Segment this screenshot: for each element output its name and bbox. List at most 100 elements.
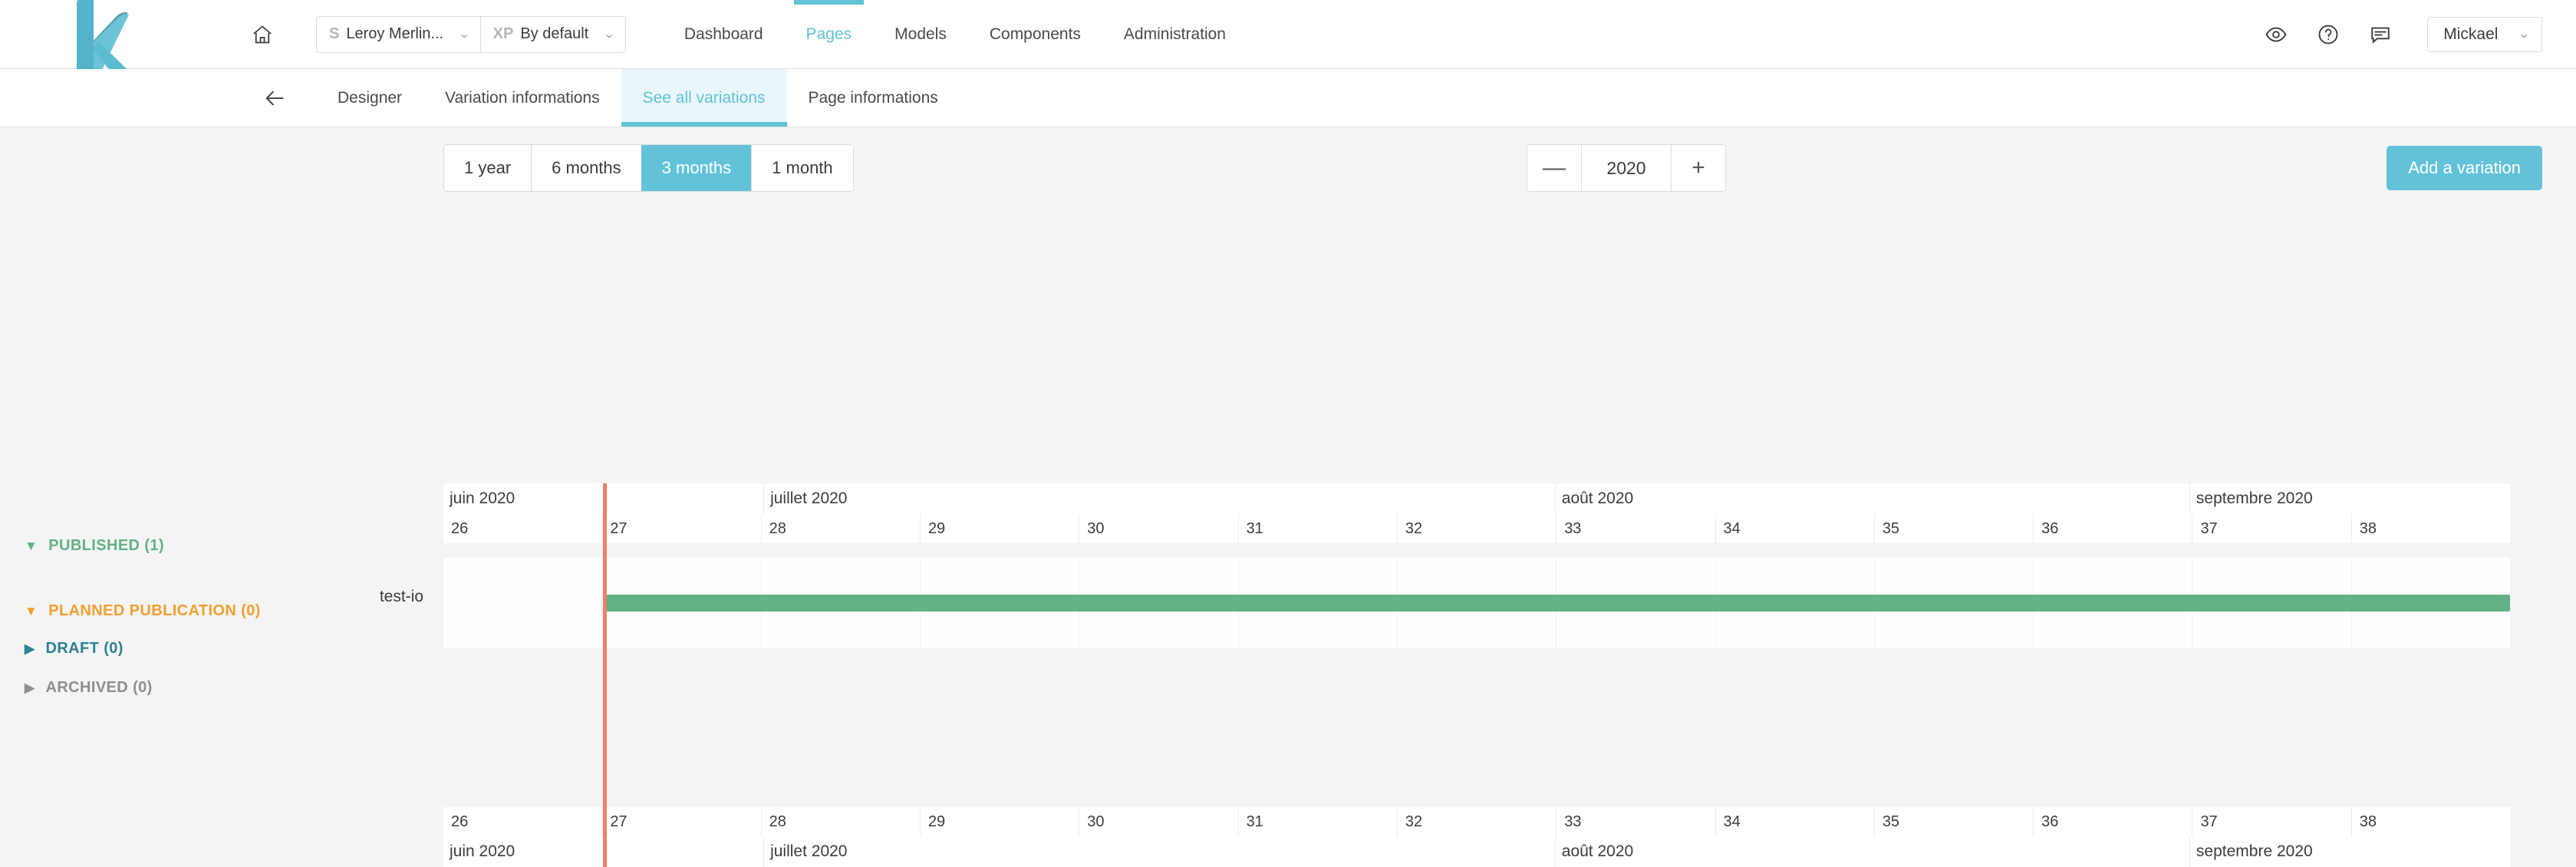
month-cell: juillet 2020 xyxy=(763,483,1555,514)
year-increment-button[interactable]: + xyxy=(1672,145,1725,191)
group-label-text: PLANNED PUBLICATION (0) xyxy=(48,602,261,619)
comments-button[interactable] xyxy=(2367,21,2393,48)
range-1-year[interactable]: 1 year xyxy=(444,145,532,191)
week-cell: 33 xyxy=(1556,807,1715,836)
week-cell: 29 xyxy=(919,514,1079,543)
tab-see-all-variations[interactable]: See all variations xyxy=(621,69,787,127)
week-cell: 28 xyxy=(760,514,920,543)
experiment-selector[interactable]: XP By default ⌄ xyxy=(479,16,625,52)
gantt-chart: juin 2020 juillet 2020 août 2020 septemb… xyxy=(0,209,2576,867)
topbar-actions: Mickael ⌄ xyxy=(2263,16,2576,52)
gantt-toolbar: 1 year 6 months 3 months 1 month — 2020 … xyxy=(0,127,2576,209)
group-label-text: PUBLISHED (1) xyxy=(48,537,165,554)
experiment-label: By default xyxy=(520,25,589,42)
week-cell: 37 xyxy=(2192,514,2351,543)
group-header-draft[interactable]: ▶ DRAFT (0) xyxy=(25,640,124,658)
group-header-archived[interactable]: ▶ ARCHIVED (0) xyxy=(25,679,153,697)
month-cell: septembre 2020 xyxy=(2189,483,2510,514)
comment-icon xyxy=(2371,27,2390,44)
sub-navigation: Designer Variation informations See all … xyxy=(0,69,2576,127)
month-row-top: juin 2020 juillet 2020 août 2020 septemb… xyxy=(443,483,2510,514)
range-3-months[interactable]: 3 months xyxy=(641,145,752,191)
week-cell: 36 xyxy=(2033,514,2192,543)
site-selector[interactable]: S Leroy Merlin... ⌄ xyxy=(317,17,480,52)
top-bar: S Leroy Merlin... ⌄ XP By default ⌄ Dash… xyxy=(0,0,2576,71)
nav-item-models[interactable]: Models xyxy=(873,0,968,69)
gantt-bar-test-io[interactable] xyxy=(603,595,2510,612)
week-cell: 34 xyxy=(1715,807,1874,836)
experiment-prefix: XP xyxy=(492,25,514,42)
timeline-header-top: juin 2020 juillet 2020 août 2020 septemb… xyxy=(443,483,2511,543)
week-cell: 26 xyxy=(443,807,602,836)
year-decrement-button[interactable]: — xyxy=(1527,145,1581,191)
nav-item-dashboard[interactable]: Dashboard xyxy=(663,0,785,69)
chevron-down-icon: ▼ xyxy=(25,604,38,618)
nav-item-pages[interactable]: Pages xyxy=(785,0,874,69)
week-cell: 29 xyxy=(919,807,1079,836)
chevron-down-icon: ⌄ xyxy=(2518,28,2531,41)
week-cell: 31 xyxy=(1237,514,1397,543)
tab-variation-informations[interactable]: Variation informations xyxy=(423,69,621,127)
group-label-text: DRAFT (0) xyxy=(45,640,124,657)
week-cell: 38 xyxy=(2350,807,2511,836)
nav-item-administration[interactable]: Administration xyxy=(1102,0,1247,69)
preview-button[interactable] xyxy=(2263,21,2289,48)
group-header-planned-publication[interactable]: ▼ PLANNED PUBLICATION (0) xyxy=(25,602,261,620)
week-cell: 32 xyxy=(1396,514,1556,543)
group-header-published[interactable]: ▼ PUBLISHED (1) xyxy=(25,537,164,555)
main-navigation: Dashboard Pages Models Components Admini… xyxy=(663,0,1247,69)
year-stepper: — 2020 + xyxy=(1527,144,1726,192)
back-button[interactable] xyxy=(250,69,299,127)
range-6-months[interactable]: 6 months xyxy=(531,145,641,191)
today-marker-line xyxy=(603,483,607,867)
chevron-right-icon: ▶ xyxy=(25,681,35,695)
week-cell: 28 xyxy=(760,807,920,836)
month-cell: septembre 2020 xyxy=(2189,836,2510,867)
week-cell: 32 xyxy=(1396,807,1556,836)
month-cell: juillet 2020 xyxy=(763,836,1555,867)
context-selectors: S Leroy Merlin... ⌄ XP By default ⌄ xyxy=(316,15,626,53)
tab-page-informations[interactable]: Page informations xyxy=(787,69,960,127)
week-cell: 30 xyxy=(1079,807,1238,836)
week-cell: 26 xyxy=(443,514,602,543)
week-cell: 35 xyxy=(1873,514,2034,543)
week-cell: 34 xyxy=(1715,514,1874,543)
help-button[interactable] xyxy=(2315,21,2341,48)
tab-designer[interactable]: Designer xyxy=(316,69,423,127)
user-menu[interactable]: Mickael ⌄ xyxy=(2427,16,2542,52)
site-label: Leroy Merlin... xyxy=(346,25,444,42)
site-prefix: S xyxy=(329,25,340,42)
month-cell: août 2020 xyxy=(1554,836,2189,867)
arrow-left-icon xyxy=(265,91,284,105)
year-value: 2020 xyxy=(1581,145,1672,191)
help-circle-icon xyxy=(2318,25,2338,44)
range-1-month[interactable]: 1 month xyxy=(751,145,853,191)
app-logo[interactable] xyxy=(0,0,201,71)
chevron-down-icon: ⌄ xyxy=(603,28,616,41)
user-name: Mickael xyxy=(2443,25,2499,43)
week-cell: 38 xyxy=(2350,514,2511,543)
week-cell: 31 xyxy=(1237,807,1397,836)
week-cell: 37 xyxy=(2192,807,2351,836)
kameleoon-k-logo-icon xyxy=(77,0,129,71)
chevron-right-icon: ▶ xyxy=(25,641,35,656)
week-cell: 27 xyxy=(601,807,761,836)
chevron-down-icon: ▼ xyxy=(25,539,38,553)
time-range-group: 1 year 6 months 3 months 1 month xyxy=(443,144,854,192)
week-cell: 30 xyxy=(1079,514,1238,543)
eye-icon xyxy=(2265,27,2287,41)
week-cell: 35 xyxy=(1873,807,2034,836)
sub-navigation-items: Designer Variation informations See all … xyxy=(316,69,960,127)
week-cell: 36 xyxy=(2033,807,2192,836)
gantt-rows xyxy=(443,558,2511,648)
home-icon xyxy=(253,25,272,43)
home-button[interactable] xyxy=(238,0,287,69)
nav-item-components[interactable]: Components xyxy=(968,0,1102,69)
week-cell: 33 xyxy=(1556,514,1715,543)
group-label-text: ARCHIVED (0) xyxy=(45,679,153,696)
month-cell: août 2020 xyxy=(1554,483,2189,514)
chevron-down-icon: ⌄ xyxy=(458,28,471,41)
week-cell: 27 xyxy=(601,514,761,543)
grid-column xyxy=(443,558,602,648)
add-variation-button[interactable]: Add a variation xyxy=(2387,146,2542,190)
